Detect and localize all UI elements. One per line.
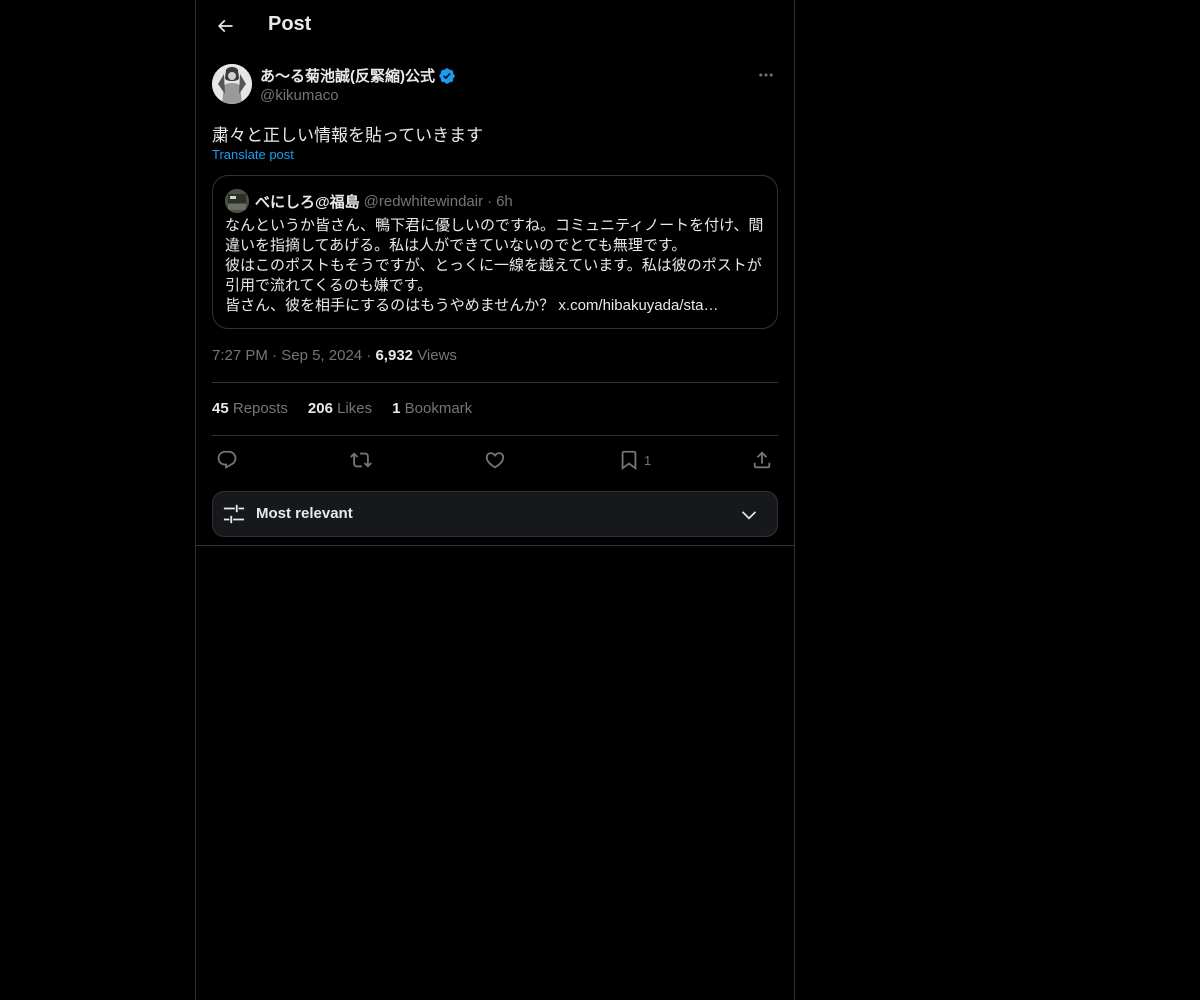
quoted-text-line: 違いを指摘してあげる。私は人ができていないのでとても無理です。 bbox=[225, 237, 687, 254]
back-button[interactable] bbox=[208, 9, 242, 43]
likes-stat[interactable]: 206 Likes bbox=[308, 400, 372, 417]
bookmarks-label: Bookmark bbox=[404, 400, 473, 417]
quoted-post-time: 6h bbox=[496, 192, 513, 210]
quoted-author-handle: @redwhitewindair bbox=[363, 192, 484, 210]
bookmarks-count: 1 bbox=[392, 400, 401, 417]
views-label: Views bbox=[417, 347, 457, 364]
repost-icon bbox=[350, 452, 372, 468]
share-button[interactable] bbox=[751, 447, 773, 473]
post-date[interactable]: Sep 5, 2024 bbox=[281, 347, 362, 364]
author-handle[interactable]: @kikumaco bbox=[260, 87, 339, 104]
page-title: Post bbox=[268, 13, 312, 35]
quoted-author-name: べにしろ@福島 bbox=[255, 193, 360, 211]
quoted-text-line: 彼はこのポストもそうですが、とっくに一線を越えています。私は彼のポストが bbox=[225, 257, 762, 274]
post-time[interactable]: 7:27 PM bbox=[212, 347, 268, 364]
bookmark-count: 1 bbox=[644, 452, 652, 468]
reposts-label: Reposts bbox=[232, 400, 288, 417]
views-count: 6,932 bbox=[375, 347, 414, 364]
reply-button[interactable] bbox=[216, 447, 238, 473]
action-bar: 1 bbox=[212, 447, 778, 473]
quoted-text-line: 皆さん、彼を相手にするのはもうやめませんか？ x.com/hibakuyada/… bbox=[225, 297, 719, 314]
quoted-post-card[interactable]: べにしろ@福島 @redwhitewindair · 6h なんというか皆さん、… bbox=[212, 175, 778, 329]
chevron-down-icon bbox=[741, 511, 757, 520]
heart-icon bbox=[485, 452, 505, 469]
repost-button[interactable] bbox=[350, 447, 372, 473]
more-options-button[interactable] bbox=[754, 64, 778, 86]
quoted-avatar-image bbox=[225, 189, 249, 213]
likes-label: Likes bbox=[337, 400, 373, 417]
header-bar: Post bbox=[196, 0, 794, 53]
likes-count: 206 bbox=[307, 400, 333, 417]
divider bbox=[212, 382, 778, 383]
more-dots-icon bbox=[759, 73, 773, 77]
post-meta: 7:27 PM · Sep 5, 2024 · 6,932 Views bbox=[212, 347, 457, 364]
engagement-stats: 45 Reposts 206 Likes 1 Bookmark bbox=[212, 400, 472, 417]
quoted-post-body: なんというか皆さん、鴨下君に優しいのですね。コミュニティノートを付け、間 違いを… bbox=[225, 216, 767, 316]
post-detail-column: Post あ〜る菊池誠(反緊縮)公式 @kikumaco 粛々と正しい情報を貼っ… bbox=[195, 0, 795, 1000]
arrow-left-icon bbox=[217, 19, 233, 33]
reposts-stat[interactable]: 45 Reposts bbox=[212, 400, 288, 417]
section-divider bbox=[196, 545, 794, 546]
meta-separator: · bbox=[272, 347, 278, 364]
share-icon bbox=[753, 451, 771, 469]
quoted-text-line: なんというか皆さん、鴨下君に優しいのですね。コミュニティノートを付け、間 bbox=[225, 217, 764, 234]
bookmark-button[interactable]: 1 bbox=[618, 447, 651, 473]
divider bbox=[212, 435, 778, 436]
quoted-text-line: 引用で流れてくるのも嫌です。 bbox=[225, 277, 433, 294]
bookmark-icon bbox=[621, 450, 637, 471]
main-post: あ〜る菊池誠(反緊縮)公式 @kikumaco 粛々と正しい情報を貼っていきます… bbox=[212, 60, 778, 537]
verified-badge-icon[interactable] bbox=[438, 67, 456, 85]
author-row: あ〜る菊池誠(反緊縮)公式 @kikumaco bbox=[212, 60, 778, 110]
post-text: 粛々と正しい情報を貼っていきます bbox=[212, 126, 484, 145]
reply-icon bbox=[217, 450, 237, 469]
sort-label: Most relevant bbox=[256, 505, 353, 522]
quoted-separator: · bbox=[487, 192, 493, 210]
avatar-image bbox=[212, 64, 252, 104]
sliders-icon bbox=[223, 504, 245, 524]
like-button[interactable] bbox=[484, 447, 506, 473]
reposts-count: 45 bbox=[212, 400, 229, 417]
quoted-post-header: べにしろ@福島 @redwhitewindair · 6h bbox=[225, 188, 513, 214]
bookmarks-stat[interactable]: 1 Bookmark bbox=[392, 400, 472, 417]
author-name[interactable]: あ〜る菊池誠(反緊縮)公式 bbox=[260, 65, 435, 86]
meta-separator: · bbox=[366, 347, 372, 364]
author-avatar[interactable] bbox=[212, 64, 252, 104]
reply-sort-dropdown[interactable]: Most relevant bbox=[212, 491, 778, 537]
author-name-line: あ〜る菊池誠(反緊縮)公式 bbox=[260, 65, 456, 86]
translate-post-link[interactable]: Translate post bbox=[212, 147, 294, 162]
quoted-author-avatar bbox=[225, 189, 249, 213]
